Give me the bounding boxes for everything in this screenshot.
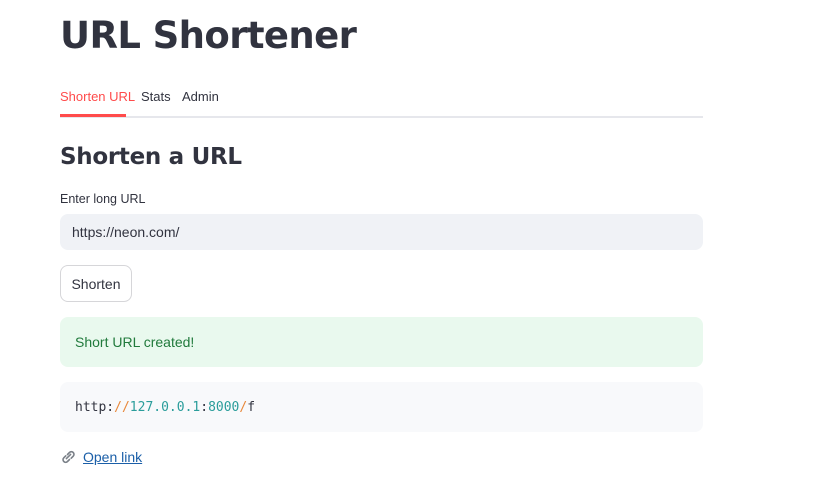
code-scheme: http: [75, 399, 115, 415]
short-url-code-block: http://127.0.0.1:8000/f [60, 382, 703, 432]
open-link-label: Open link [83, 449, 143, 465]
code-path: f [247, 399, 256, 415]
tab-admin[interactable]: Admin [182, 89, 219, 118]
open-link[interactable]: Open link [60, 449, 142, 465]
code-port: 8000 [208, 399, 240, 415]
section-heading: Shorten a URL [60, 144, 242, 170]
code-host: 127.0.0.1 [129, 399, 201, 415]
long-url-input[interactable] [60, 214, 703, 250]
shorten-button[interactable]: Shorten [60, 265, 132, 302]
code-slashes: // [114, 399, 130, 415]
tab-bar: Shorten URL Stats Admin [60, 82, 703, 118]
tab-stats[interactable]: Stats [141, 89, 171, 118]
link-icon [60, 450, 77, 464]
app-title: URL Shortener [60, 14, 357, 57]
active-tab-indicator [60, 114, 126, 117]
code-slash: / [239, 399, 248, 415]
code-colon: : [200, 399, 209, 415]
success-message: Short URL created! [75, 334, 195, 350]
success-alert: Short URL created! [60, 317, 703, 367]
url-input-label: Enter long URL [60, 192, 146, 206]
